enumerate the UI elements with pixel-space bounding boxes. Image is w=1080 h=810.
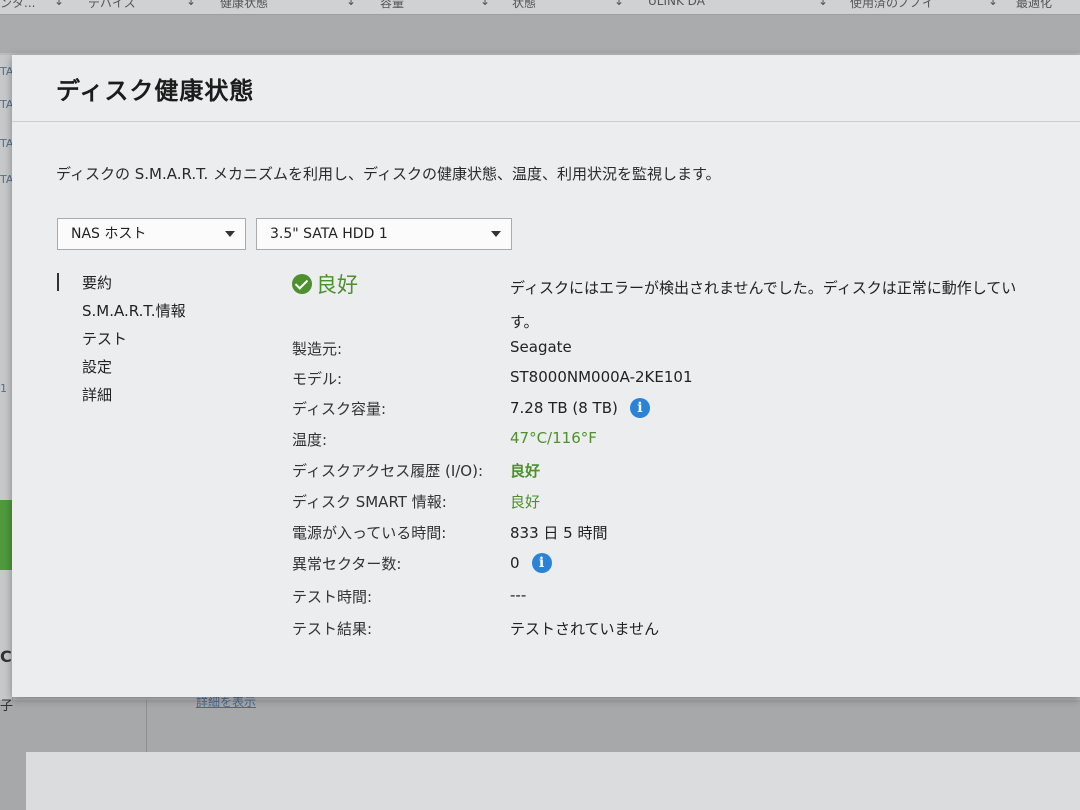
host-select[interactable]: NAS ホスト: [57, 218, 246, 250]
capacity-value: 7.28 TB (8 TB): [510, 399, 618, 417]
info-row-smart: ディスク SMART 情報: 良好: [292, 491, 1072, 513]
nav-item-summary[interactable]: 要約: [56, 272, 112, 293]
sort-icon: ↓: [186, 0, 197, 8]
info-row-power-on: 電源が入っている時間: 833 日 5 時間: [292, 522, 1072, 544]
background-toolbar: [0, 15, 1080, 53]
background-table-header: ンタ... ↓ デバイス ↓ 健康状態 ↓ 容量 ↓ 状態 ↓ ULINK DA…: [0, 0, 1080, 15]
info-row-access-history: ディスクアクセス履歴 (I/O): 良好: [292, 460, 1072, 482]
disk-select[interactable]: 3.5" SATA HDD 1: [256, 218, 512, 250]
bad-sectors-value-group: 0 i: [510, 553, 552, 573]
background-bottom-panel: [26, 752, 1080, 810]
capacity-label: ディスク容量:: [292, 400, 387, 418]
test-result-value: テストされていません: [510, 620, 660, 638]
bg-row-label: 1: [0, 382, 7, 395]
model-value: ST8000NM000A-2KE101: [510, 368, 693, 386]
bg-column-header: ULINK DA: [648, 0, 705, 8]
bg-letter: C: [0, 647, 12, 666]
health-status: 良好: [292, 269, 358, 299]
sort-icon: ↓: [480, 0, 491, 8]
test-result-label: テスト結果:: [292, 620, 373, 638]
sort-icon: ↓: [818, 0, 829, 8]
info-icon[interactable]: i: [531, 553, 552, 573]
bg-column-header: 健康状態: [220, 0, 269, 10]
smart-info-label: ディスク SMART 情報:: [292, 493, 447, 511]
nav-item-test[interactable]: テスト: [56, 328, 127, 349]
temperature-label: 温度:: [292, 431, 328, 449]
dialog-title: ディスク健康状態: [56, 77, 255, 105]
info-row-test-result: テスト結果: テストされていません: [292, 618, 1072, 640]
background-status-bar: [0, 500, 12, 570]
nav-item-smart-info[interactable]: S.M.A.R.T.情報: [56, 300, 186, 321]
bg-column-header: ンタ...: [0, 0, 36, 10]
bg-column-header: 状態: [512, 0, 537, 10]
access-history-label: ディスクアクセス履歴 (I/O):: [292, 462, 484, 480]
info-row-bad-sectors: 異常セクター数: 0 i: [292, 553, 1072, 575]
disk-health-dialog: ディスク健康状態 ディスクの S.M.A.R.T. メカニズムを利用し、ディスク…: [12, 55, 1080, 697]
nav-item-settings[interactable]: 設定: [56, 356, 112, 377]
chevron-down-icon: [225, 231, 235, 237]
test-time-label: テスト時間:: [292, 588, 373, 606]
info-row-model: モデル: ST8000NM000A-2KE101: [292, 368, 1072, 390]
nav-item-details[interactable]: 詳細: [56, 384, 112, 405]
status-message-line2: す。: [510, 313, 539, 331]
sort-icon: ↓: [54, 0, 65, 8]
status-message-line1: ディスクにはエラーが検出されませんでした。ディスクは正常に動作してい: [510, 279, 1017, 297]
test-time-value: ---: [510, 586, 527, 604]
info-row-test-time: テスト時間: ---: [292, 586, 1072, 608]
host-select-value: NAS ホスト: [71, 226, 147, 242]
power-on-value: 833 日 5 時間: [510, 524, 608, 542]
status-message: ディスクにはエラーが検出されませんでした。ディスクは正常に動作してい す。: [510, 271, 1080, 339]
bg-letter: 子: [0, 699, 14, 714]
info-row-temperature: 温度: 47°C/116°F: [292, 429, 1072, 451]
sort-icon: ↓: [346, 0, 357, 8]
disk-select-value: 3.5" SATA HDD 1: [270, 226, 388, 242]
bad-sectors-label: 異常セクター数:: [292, 555, 402, 573]
bg-column-header: デバイス: [88, 0, 136, 10]
model-label: モデル:: [292, 370, 343, 388]
dialog-header: ディスク健康状態: [12, 55, 1080, 122]
health-status-text: 良好: [316, 273, 358, 297]
sort-icon: ↓: [988, 0, 999, 8]
manufacturer-label: 製造元:: [292, 340, 343, 358]
manufacturer-value: Seagate: [510, 338, 572, 356]
bg-column-header: 容量: [380, 0, 405, 10]
info-row-manufacturer: 製造元: Seagate: [292, 338, 1072, 360]
info-row-capacity: ディスク容量: 7.28 TB (8 TB) i: [292, 398, 1072, 420]
bg-column-header: 使用済のノノイ: [850, 0, 935, 10]
temperature-value: 47°C/116°F: [510, 429, 597, 447]
chevron-down-icon: [491, 231, 501, 237]
dialog-description: ディスクの S.M.A.R.T. メカニズムを利用し、ディスクの健康状態、温度、…: [56, 165, 721, 183]
sort-icon: ↓: [614, 0, 625, 8]
bad-sectors-value: 0: [510, 554, 520, 572]
info-icon[interactable]: i: [629, 398, 650, 418]
bg-column-header: 最適化: [1016, 0, 1053, 10]
power-on-label: 電源が入っている時間:: [292, 524, 447, 542]
smart-info-value: 良好: [510, 493, 541, 511]
capacity-value-group: 7.28 TB (8 TB) i: [510, 398, 650, 418]
background-divider: [146, 700, 147, 752]
access-history-value: 良好: [510, 462, 541, 480]
check-circle-icon: [292, 274, 312, 294]
